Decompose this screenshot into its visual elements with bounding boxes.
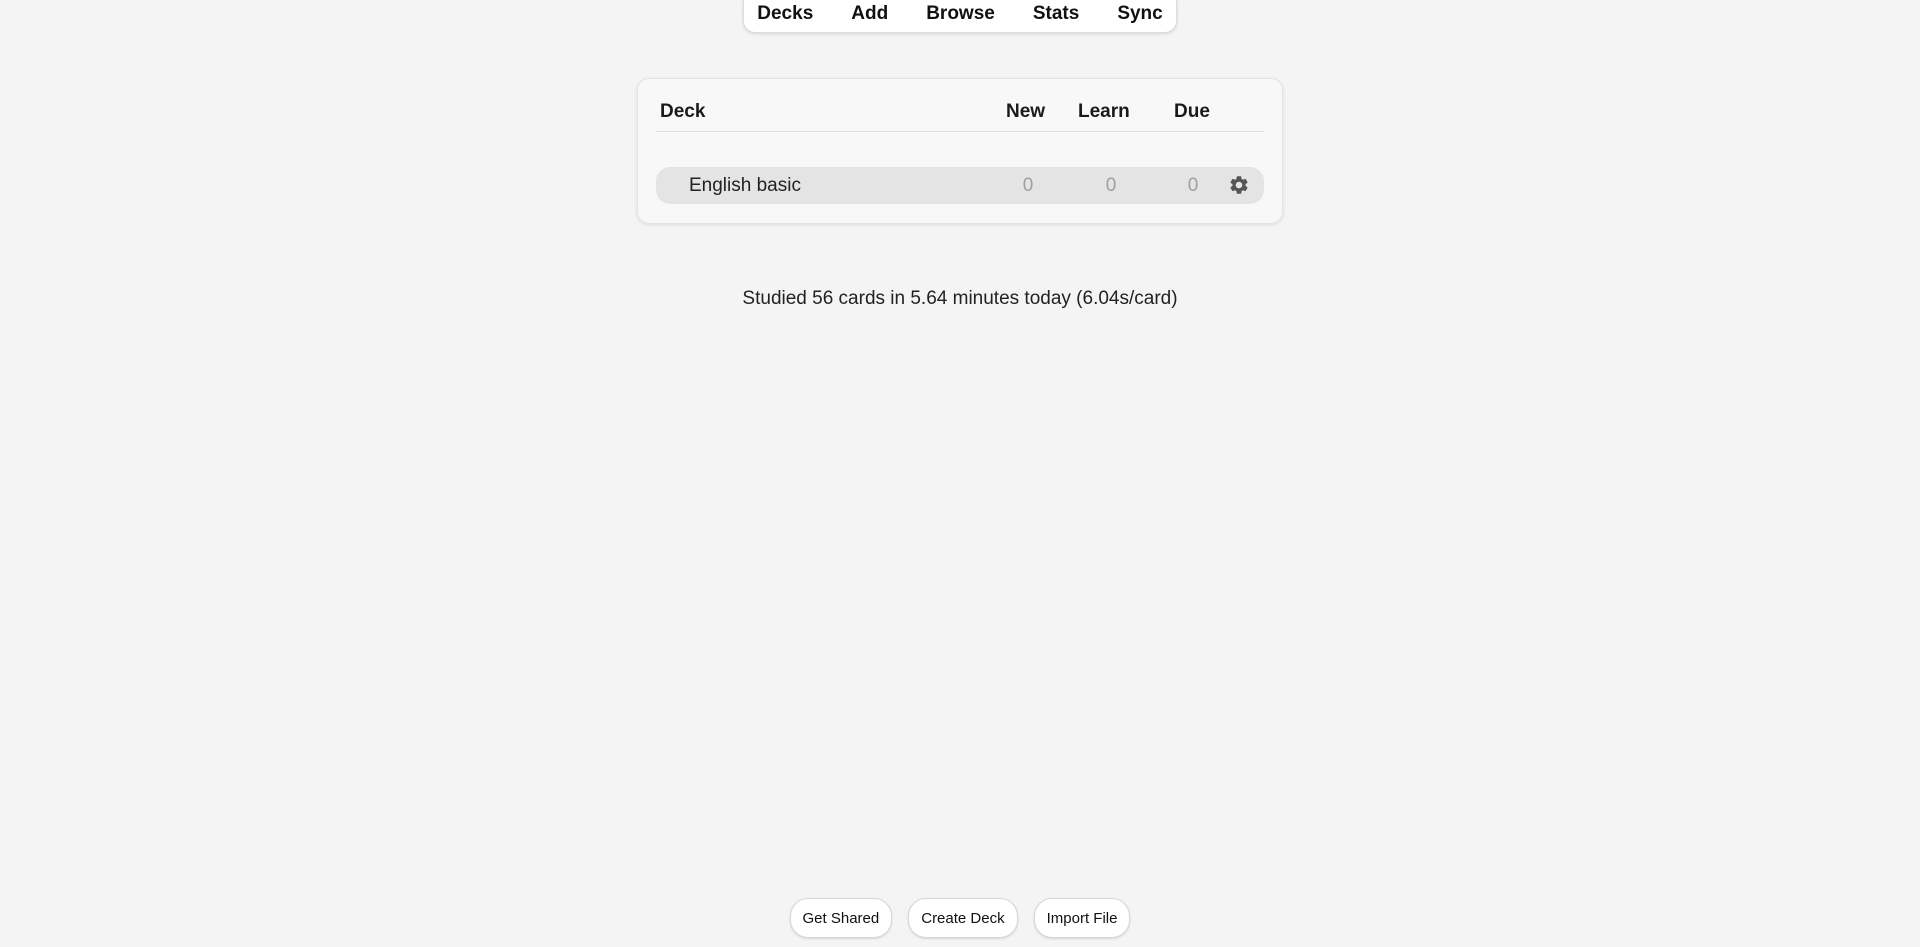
deck-row-english-basic[interactable]: English basic 0 0 0 [656,167,1264,204]
get-shared-button[interactable]: Get Shared [789,898,893,938]
toolbar-browse-link[interactable]: Browse [907,0,1014,29]
header-due: Due [1174,101,1210,122]
deck-name-link[interactable]: English basic [689,175,801,197]
deck-table-header: Deck New Learn Due [656,101,1264,132]
toolbar-decks-link[interactable]: Decks [738,0,832,29]
import-file-button[interactable]: Import File [1033,898,1131,938]
header-new: New [1006,101,1046,122]
top-toolbar: Decks Add Browse Stats Sync [743,0,1177,33]
deck-list-table: Deck New Learn Due English basic 0 0 0 [637,78,1283,224]
anki-main-window: Decks Add Browse Stats Sync Deck New Lea… [0,0,1920,947]
deck-learn-count: 0 [1105,175,1117,196]
study-summary-text: Studied 56 cards in 5.64 minutes today (… [742,288,1178,309]
toolbar-add-link[interactable]: Add [832,0,907,29]
gear-icon[interactable] [1228,174,1250,196]
deck-due-count: 0 [1187,175,1199,196]
bottom-button-bar: Get Shared Create Deck Import File [0,898,1920,938]
toolbar-stats-link[interactable]: Stats [1014,0,1098,29]
toolbar-sync-link[interactable]: Sync [1098,0,1181,29]
header-learn: Learn [1078,101,1130,122]
deck-new-count: 0 [1022,175,1034,196]
header-deck: Deck [660,101,706,122]
create-deck-button[interactable]: Create Deck [908,898,1018,938]
